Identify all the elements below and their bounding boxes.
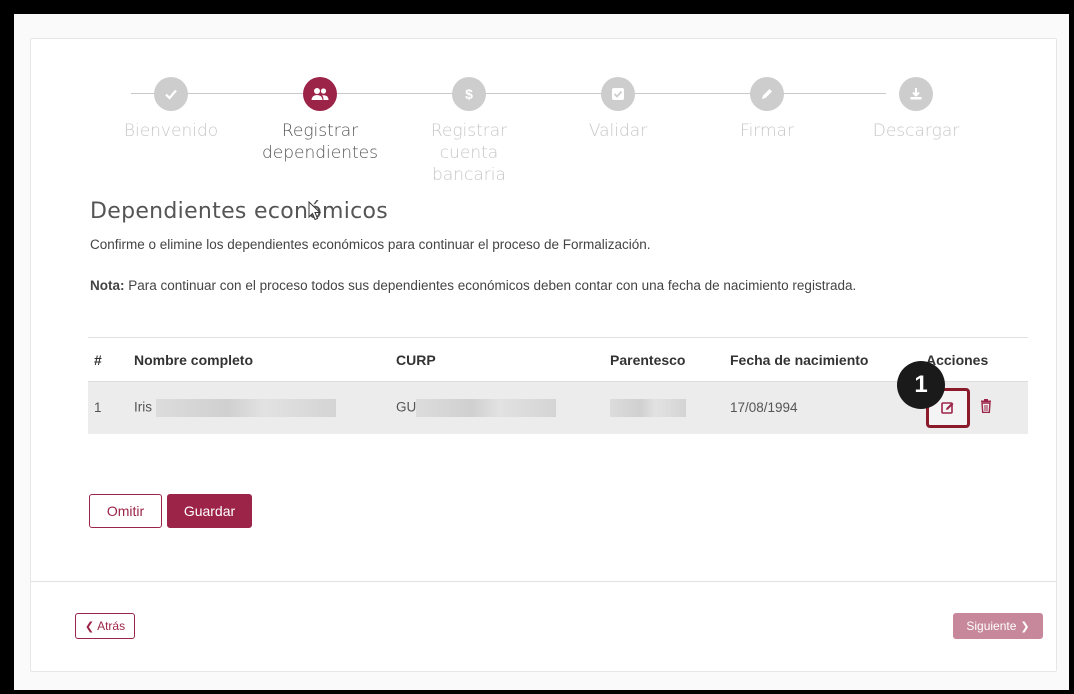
col-header-index: #: [88, 337, 128, 382]
cell-name: Iris: [128, 381, 390, 434]
cell-parentesco: [604, 381, 724, 434]
redacted-block: [610, 398, 686, 417]
next-label: Siguiente: [966, 619, 1017, 633]
step-label: Registrar dependientes: [261, 121, 378, 163]
form-card: Bienvenido Registrar dependientes $ Regi…: [30, 38, 1057, 672]
note-label: Nota:: [90, 278, 125, 293]
check-icon: [154, 77, 188, 111]
step-validar: Validar: [538, 77, 698, 142]
check-square-icon: [601, 77, 635, 111]
dollar-icon: $: [452, 77, 486, 111]
col-header-parentesco: Parentesco: [604, 337, 724, 382]
mouse-cursor-icon: [308, 201, 322, 221]
step-label: Registrar cuenta bancaria: [430, 121, 508, 185]
step-label: Descargar: [872, 121, 960, 141]
step-descargar: Descargar: [836, 77, 996, 142]
back-button[interactable]: ❮ Atrás: [75, 613, 135, 639]
chevron-right-icon: ❯: [1020, 620, 1030, 633]
trash-icon: [981, 399, 991, 414]
redacted-block: [155, 398, 336, 417]
cell-curp: GU: [390, 381, 604, 434]
delete-button[interactable]: [980, 399, 992, 416]
redacted-block: [416, 398, 557, 417]
step-firmar: Firmar: [687, 77, 847, 142]
name-text: Iris: [134, 399, 152, 415]
cell-index: 1: [88, 381, 128, 434]
download-icon: [899, 77, 933, 111]
table-header-row: # Nombre completo CURP Parentesco Fecha …: [88, 337, 1028, 382]
step-label: Validar: [588, 121, 648, 141]
step-bienvenido: Bienvenido: [91, 77, 251, 142]
pencil-icon: [750, 77, 784, 111]
step-marker-badge: 1: [897, 361, 945, 409]
omit-button[interactable]: Omitir: [89, 494, 162, 528]
step-label: Firmar: [740, 121, 794, 141]
col-header-fecha: Fecha de nacimiento: [724, 337, 920, 382]
save-button[interactable]: Guardar: [167, 494, 252, 528]
users-icon: [303, 77, 337, 111]
col-header-name: Nombre completo: [128, 337, 390, 382]
col-header-curp: CURP: [390, 337, 604, 382]
step-label: Bienvenido: [123, 121, 219, 141]
browser-frame: Bienvenido Registrar dependientes $ Regi…: [14, 14, 1069, 690]
progress-stepper: Bienvenido Registrar dependientes $ Regi…: [91, 77, 976, 197]
back-label: Atrás: [97, 619, 126, 633]
step-registrar-dependientes: Registrar dependientes: [240, 77, 400, 164]
edit-icon: [941, 401, 954, 414]
footer-divider: [31, 581, 1056, 582]
next-button[interactable]: Siguiente ❯: [953, 613, 1043, 639]
note-text: Nota: Para continuar con el proceso todo…: [90, 275, 970, 297]
step-registrar-cuenta: $ Registrar cuenta bancaria: [389, 77, 549, 186]
instructions-text: Confirme o elimine los dependientes econ…: [90, 237, 651, 252]
dependents-table: # Nombre completo CURP Parentesco Fecha …: [88, 337, 1028, 434]
curp-text: GU: [396, 399, 417, 415]
section-title: Dependientes económicos: [90, 199, 389, 224]
note-body: Para continuar con el proceso todos sus …: [124, 278, 857, 293]
chevron-left-icon: ❮: [84, 620, 95, 633]
table-row: 1 Iris GU 17/08/1994: [88, 381, 1028, 434]
cell-fecha: 17/08/1994: [724, 381, 920, 434]
